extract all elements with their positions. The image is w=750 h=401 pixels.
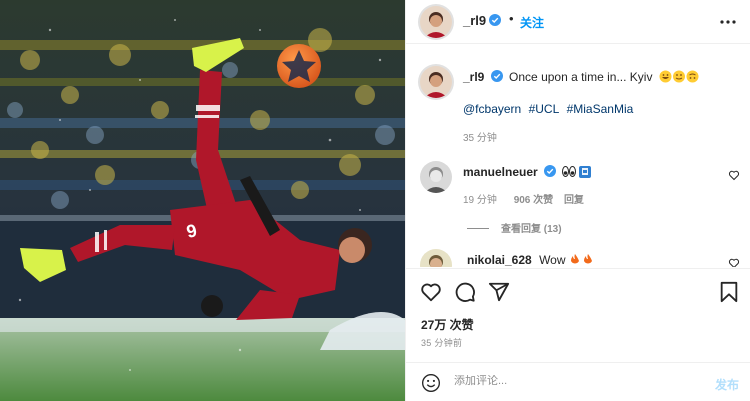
comment-emoji-icon: [562, 166, 592, 178]
likes-count[interactable]: 27万 次赞: [421, 316, 474, 333]
post-timestamp[interactable]: 35 分钟前: [421, 336, 462, 349]
view-replies-button[interactable]: 查看回复 (13): [467, 220, 562, 235]
author-username[interactable]: _rl9: [463, 13, 502, 28]
comment-time: 19 分钟: [463, 195, 497, 206]
post-comment-button[interactable]: 发布: [715, 376, 739, 393]
hashtag-link[interactable]: #UCL: [529, 102, 560, 116]
caption-time: 35 分钟: [463, 133, 497, 144]
comment-username[interactable]: nikolai_628: [467, 253, 532, 267]
like-comment-heart-icon[interactable]: [728, 257, 740, 267]
ball: [277, 44, 321, 88]
verified-badge-icon: [489, 14, 502, 26]
comment-text: Wow: [539, 253, 566, 267]
author-username-text[interactable]: _rl9: [463, 13, 486, 28]
comment-verified-icon: [544, 165, 557, 177]
caption: _rl9 Once upon a time in... Kyiv: [463, 70, 699, 84]
comments-list[interactable]: _rl9 Once upon a time in... Kyiv @fcbaye…: [406, 45, 750, 267]
save-bookmark-icon[interactable]: [718, 281, 740, 303]
comment-avatar[interactable]: [420, 161, 452, 193]
like-comment-heart-icon[interactable]: [728, 169, 740, 181]
more-options-icon[interactable]: [719, 14, 737, 30]
post-photo[interactable]: 9: [0, 0, 405, 401]
post-header: _rl9 • 关注: [406, 0, 750, 44]
action-bar: [406, 268, 750, 306]
author-avatar[interactable]: [420, 6, 452, 38]
caption-text: Once upon a time in... Kyiv: [509, 70, 653, 84]
caption-username[interactable]: _rl9: [463, 70, 484, 84]
comment-avatar[interactable]: [420, 249, 452, 267]
caption-hashtags: @fcbayern #UCL #MiaSanMia: [463, 102, 637, 116]
share-paper-plane-icon[interactable]: [488, 281, 510, 303]
bicycle-kick-photo: 9: [0, 0, 405, 401]
reply-button[interactable]: 回复: [564, 195, 584, 206]
like-heart-icon[interactable]: [420, 281, 442, 303]
comment-composer: 发布: [406, 362, 750, 401]
separator-dot: •: [509, 11, 514, 26]
comment-bubble-icon[interactable]: [454, 281, 476, 303]
comment-input[interactable]: [454, 375, 674, 387]
fire-emoji-icon: [570, 254, 592, 264]
view-replies-label[interactable]: 查看回复 (13): [501, 224, 562, 235]
caption-emoji-icon: [659, 70, 699, 83]
follow-button[interactable]: 关注: [520, 14, 544, 31]
comment-likes[interactable]: 906 次赞: [514, 195, 553, 206]
comment-meta: 19 分钟 906 次赞 回复: [463, 191, 584, 206]
post-side-panel: _rl9 • 关注 _rl9 Once upon a time in... Ky…: [405, 0, 750, 401]
caption-avatar[interactable]: [420, 66, 452, 98]
comment-row: manuelneuer: [463, 165, 594, 179]
comment-row: nikolai_628 Wow: [467, 253, 595, 267]
comment-username[interactable]: manuelneuer: [463, 165, 538, 179]
replies-divider: [467, 228, 489, 229]
hashtag-link[interactable]: #MiaSanMia: [567, 102, 634, 116]
hashtag-link[interactable]: @fcbayern: [463, 102, 521, 116]
caption-verified-icon: [490, 70, 503, 82]
emoji-picker-icon[interactable]: [421, 373, 441, 393]
